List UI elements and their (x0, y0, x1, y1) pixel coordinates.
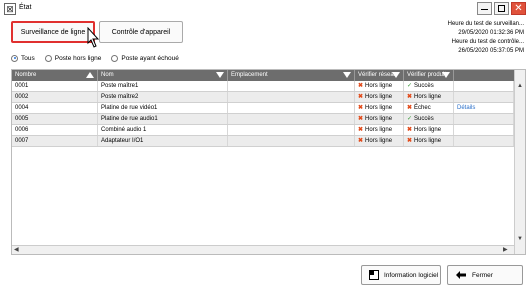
cell-name: Platine de rue audio1 (98, 114, 228, 124)
error-x-icon: ✖ (407, 94, 413, 100)
table-row[interactable]: 0001 Poste maître1 ✖ Hors ligne ✓ Succès (12, 81, 514, 92)
cell-network-status: ✖ Hors ligne (355, 136, 404, 146)
filter-all[interactable]: Tous (11, 54, 35, 62)
sort-descending-icon (343, 72, 351, 78)
column-product[interactable]: Vérifier produit (404, 70, 454, 81)
cell-details (454, 81, 514, 91)
cell-name: Combiné audio 1 (98, 125, 228, 135)
tab-device-check[interactable]: Contrôle d'appareil (99, 21, 183, 43)
horizontal-scrollbar[interactable]: ◀ ▶ (12, 245, 514, 254)
close-window-button[interactable]: ✕ (511, 2, 526, 15)
cell-location (228, 136, 355, 146)
check-icon: ✓ (407, 116, 413, 122)
cell-location (228, 81, 355, 91)
error-x-icon: ✖ (358, 94, 364, 100)
sort-descending-icon (216, 72, 224, 78)
cell-product-status: ✖ Hors ligne (404, 92, 454, 102)
cell-network-status: ✖ Hors ligne (355, 81, 404, 91)
cell-details (454, 125, 514, 135)
filter-options: Tous Poste hors ligne Poste ayant échoué (11, 52, 189, 64)
window-title: État (19, 4, 32, 11)
error-x-icon: ✖ (407, 138, 413, 144)
software-info-button[interactable]: Information logiciel (361, 265, 441, 285)
vertical-scrollbar[interactable]: ▲ ▼ (514, 70, 525, 254)
cell-product-status: ✓ Succès (404, 81, 454, 91)
column-network[interactable]: Vérifier réseau (355, 70, 404, 81)
monitor-time-value: 29/05/2020 01:32:36 PM (458, 30, 524, 36)
table-row[interactable]: 0005 Platine de rue audio1 ✖ Hors ligne ✓ Suc… (12, 114, 514, 125)
filter-offline[interactable]: Poste hors ligne (44, 54, 101, 62)
cell-details (454, 92, 514, 102)
cell-number: 0001 (12, 81, 98, 91)
error-x-icon: ✖ (358, 116, 364, 122)
table-row[interactable]: 0002 Poste maître2 ✖ Hors ligne ✖ Hors ligne (12, 92, 514, 103)
error-x-icon: ✖ (407, 105, 413, 111)
column-number[interactable]: Nombre (12, 70, 98, 81)
minimize-button[interactable] (477, 2, 492, 15)
cell-name: Poste maître1 (98, 81, 228, 91)
table-row[interactable]: 0004 Platine de rue vidéo1 ✖ Hors ligne ✖ Éch… (12, 103, 514, 114)
filter-failed[interactable]: Poste ayant échoué (111, 54, 179, 62)
cell-product-status: ✖ Hors ligne (404, 125, 454, 135)
scroll-down-icon[interactable]: ▼ (517, 236, 523, 242)
cell-details (454, 136, 514, 146)
cell-location (228, 114, 355, 124)
back-arrow-icon (456, 271, 466, 279)
cell-network-status: ✖ Hors ligne (355, 103, 404, 113)
cell-location (228, 92, 355, 102)
check-icon: ✓ (407, 83, 413, 89)
cell-product-status: ✖ Hors ligne (404, 136, 454, 146)
monitor-time-label: Heure du test de surveillan... (447, 21, 524, 27)
cell-product-status: ✓ Succès (404, 114, 454, 124)
cell-network-status: ✖ Hors ligne (355, 125, 404, 135)
app-icon: ⊠ (4, 3, 16, 15)
maximize-button[interactable] (494, 2, 509, 15)
table-row[interactable]: 0007 Adaptateur I/O1 ✖ Hors ligne ✖ Hors lign… (12, 136, 514, 147)
status-table: Nombre Nom Emplacement Vérifier réseau V… (11, 69, 526, 255)
radio-selected-icon[interactable] (11, 54, 18, 62)
scroll-up-icon[interactable]: ▲ (517, 83, 523, 89)
scroll-left-icon[interactable]: ◀ (14, 246, 19, 253)
sort-descending-icon (392, 72, 400, 78)
radio-icon[interactable] (44, 54, 52, 62)
error-x-icon: ✖ (358, 138, 364, 144)
column-name[interactable]: Nom (98, 70, 228, 81)
cell-location (228, 125, 355, 135)
details-link[interactable]: Détails (454, 103, 514, 113)
scroll-right-icon[interactable]: ▶ (503, 246, 508, 253)
cell-details (454, 114, 514, 124)
column-location[interactable]: Emplacement (228, 70, 355, 81)
sort-descending-icon (442, 72, 450, 78)
error-x-icon: ✖ (407, 127, 413, 133)
radio-icon[interactable] (111, 54, 119, 62)
error-x-icon: ✖ (358, 83, 364, 89)
device-check-time-label: Heure du test de contrôle... (451, 39, 524, 45)
table-header: Nombre Nom Emplacement Vérifier réseau V… (12, 70, 514, 81)
cell-number: 0004 (12, 103, 98, 113)
info-panel-icon (369, 270, 379, 280)
cell-network-status: ✖ Hors ligne (355, 114, 404, 124)
error-x-icon: ✖ (358, 127, 364, 133)
sort-ascending-icon (86, 72, 94, 78)
device-check-time-value: 26/05/2020 05:37:05 PM (458, 48, 524, 54)
title-bar: ⊠ État ✕ (0, 0, 530, 18)
close-button[interactable]: Fermer (447, 265, 523, 285)
test-times-info: Heure du test de surveillan... 29/05/202… (448, 20, 524, 56)
cell-location (228, 103, 355, 113)
tab-line-monitoring[interactable]: Surveillance de ligne (11, 21, 95, 43)
cell-number: 0006 (12, 125, 98, 135)
error-x-icon: ✖ (358, 105, 364, 111)
cell-number: 0005 (12, 114, 98, 124)
cell-name: Platine de rue vidéo1 (98, 103, 228, 113)
cell-number: 0007 (12, 136, 98, 146)
cell-number: 0002 (12, 92, 98, 102)
cell-name: Poste maître2 (98, 92, 228, 102)
cell-product-status: ✖ Échec (404, 103, 454, 113)
cell-name: Adaptateur I/O1 (98, 136, 228, 146)
mouse-cursor-icon (87, 27, 100, 48)
table-row[interactable]: 0006 Combiné audio 1 ✖ Hors ligne ✖ Hors lign… (12, 125, 514, 136)
cell-network-status: ✖ Hors ligne (355, 92, 404, 102)
